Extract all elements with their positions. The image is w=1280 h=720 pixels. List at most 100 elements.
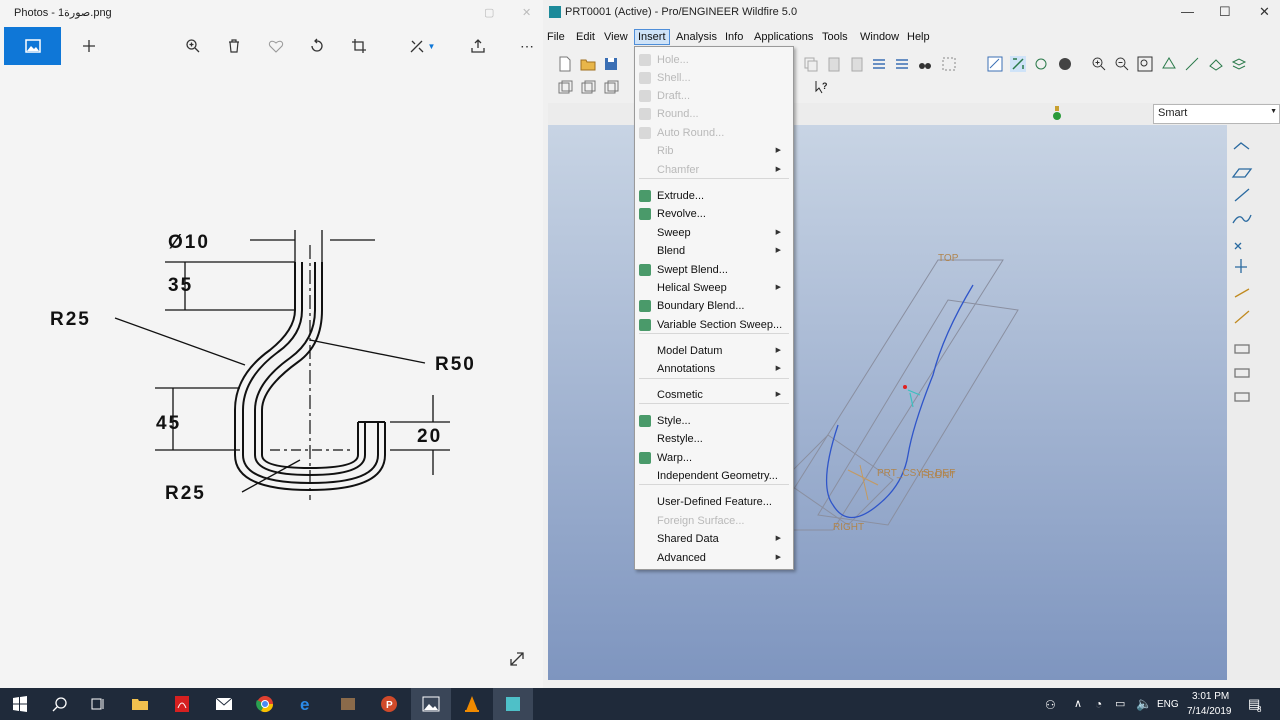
add-button[interactable]: [75, 32, 103, 60]
taskbar-acrobat[interactable]: [162, 688, 202, 720]
menu-item-user-defined-feature[interactable]: User-Defined Feature...: [657, 493, 787, 511]
refit-icon[interactable]: [1137, 56, 1153, 72]
minimize-icon[interactable]: —: [1181, 4, 1194, 19]
menu-window[interactable]: Window: [860, 31, 899, 43]
menu-help[interactable]: Help: [907, 31, 930, 43]
volume-icon[interactable]: 🔈: [1136, 696, 1152, 712]
copy-icon[interactable]: [803, 56, 819, 72]
help-pointer-icon[interactable]: ?: [814, 79, 830, 95]
menu-item-blend[interactable]: Blend ▶: [657, 242, 787, 260]
taskbar-app[interactable]: [328, 688, 368, 720]
image-button[interactable]: [4, 27, 61, 65]
taskbar-edge[interactable]: e: [287, 688, 327, 720]
menu-item-cosmetic[interactable]: Cosmetic ▶: [657, 386, 787, 404]
submenu-arrow-icon: ▶: [775, 247, 781, 254]
crop-button[interactable]: [345, 32, 373, 60]
taskbar-proe[interactable]: [493, 688, 533, 720]
people-icon[interactable]: ⚇: [1045, 698, 1056, 712]
filter-select[interactable]: Smart ▼: [1153, 104, 1280, 124]
task-view-button[interactable]: [78, 688, 118, 720]
menu-item-annotations[interactable]: Annotations ▶: [657, 360, 787, 378]
taskbar-chrome[interactable]: [245, 688, 285, 720]
menu-edit[interactable]: Edit: [576, 31, 595, 43]
search-button[interactable]: [40, 688, 80, 720]
zoom-button[interactable]: [179, 32, 207, 60]
repaint-icon[interactable]: [987, 56, 1003, 72]
menu-item-helical-sweep[interactable]: Helical Sweep ▶: [657, 279, 787, 297]
regen-manager-icon[interactable]: [894, 56, 910, 72]
submenu-arrow-icon: ▶: [775, 535, 781, 542]
menu-insert[interactable]: Insert: [634, 29, 670, 45]
menu-view[interactable]: View: [604, 31, 628, 43]
maximize-icon[interactable]: ☐: [1219, 4, 1231, 20]
chevron-up-icon[interactable]: ∧: [1074, 697, 1082, 710]
paste-special-icon[interactable]: [849, 56, 865, 72]
menu-info[interactable]: Info: [725, 31, 743, 43]
battery-icon[interactable]: ▭: [1115, 697, 1125, 710]
layer-icon[interactable]: [1231, 56, 1247, 72]
menu-item-revolve[interactable]: Revolve...: [657, 205, 787, 223]
datum-plane-icon[interactable]: [1161, 56, 1177, 72]
view-icon-b[interactable]: [580, 79, 596, 95]
menu-item-auto-round: Auto Round...: [657, 124, 787, 142]
menu-item-boundary-blend[interactable]: Boundary Blend...: [657, 297, 787, 315]
view-icon-c[interactable]: [603, 79, 619, 95]
menu-item-warp[interactable]: Warp...: [657, 449, 787, 467]
taskbar-explorer[interactable]: [120, 688, 160, 720]
new-file-icon[interactable]: [557, 56, 573, 72]
regenerate-icon[interactable]: [871, 56, 887, 72]
more-button[interactable]: ⋯: [513, 32, 541, 60]
rotate-button[interactable]: [303, 32, 331, 60]
shading-icon[interactable]: [1057, 56, 1073, 72]
fullscreen-button[interactable]: [508, 650, 528, 670]
menu-item-variable-section-sweep[interactable]: Variable Section Sweep...: [657, 316, 787, 334]
menu-item-advanced[interactable]: Advanced ▶: [657, 549, 787, 567]
close-icon[interactable]: ✕: [1259, 4, 1270, 20]
menu-item-shared-data[interactable]: Shared Data ▶: [657, 530, 787, 548]
paste-icon[interactable]: [826, 56, 842, 72]
delete-button[interactable]: [220, 32, 248, 60]
view-icon-a[interactable]: [557, 79, 573, 95]
open-folder-icon[interactable]: [580, 56, 596, 72]
taskbar-photos[interactable]: [411, 688, 451, 720]
datum-axis-icon[interactable]: [1184, 56, 1200, 72]
menu-item-restyle[interactable]: Restyle...: [657, 430, 787, 448]
menu-item-rib: Rib ▶: [657, 142, 787, 160]
menu-tools[interactable]: Tools: [822, 31, 848, 43]
zoom-out-icon[interactable]: [1114, 56, 1130, 72]
favorite-button[interactable]: [262, 32, 290, 60]
svg-text:e: e: [300, 695, 309, 713]
datum-csys-icon[interactable]: [1208, 56, 1224, 72]
menu-item-sweep[interactable]: Sweep ▶: [657, 224, 787, 242]
language-indicator[interactable]: ENG: [1157, 699, 1179, 710]
round-icon: [639, 108, 651, 120]
edit-button[interactable]: ▼: [402, 32, 442, 60]
start-button[interactable]: [0, 688, 40, 720]
menu-item-model-datum[interactable]: Model Datum ▶: [657, 342, 787, 360]
save-icon[interactable]: [603, 56, 619, 72]
menu-item-style[interactable]: Style...: [657, 412, 787, 430]
powerpoint-icon: P: [381, 696, 397, 712]
taskbar-vlc[interactable]: [452, 688, 492, 720]
spin-center-icon[interactable]: [1010, 56, 1026, 72]
network-icon[interactable]: ◔: [1095, 697, 1102, 711]
menu-item-independent-geometry[interactable]: Independent Geometry...: [657, 467, 787, 485]
menu-file[interactable]: File: [547, 31, 565, 43]
close-icon[interactable]: ✕: [522, 6, 531, 19]
zoom-in-icon[interactable]: [1091, 56, 1107, 72]
maximize-icon[interactable]: ▢: [484, 6, 494, 19]
menu-item-swept-blend[interactable]: Swept Blend...: [657, 261, 787, 279]
orient-icon[interactable]: [1033, 56, 1049, 72]
menu-separator: [639, 403, 789, 404]
taskbar-mail[interactable]: [204, 688, 244, 720]
share-button[interactable]: [464, 32, 492, 60]
menu-applications[interactable]: Applications: [754, 31, 813, 43]
menu-item-extrude[interactable]: Extrude...: [657, 187, 787, 205]
taskbar-powerpoint[interactable]: P: [369, 688, 409, 720]
clock-date[interactable]: 7/14/2019: [1187, 706, 1232, 717]
chrome-icon: [256, 696, 274, 713]
clock-time[interactable]: 3:01 PM: [1192, 691, 1229, 702]
select-box-icon[interactable]: [941, 56, 957, 72]
menu-analysis[interactable]: Analysis: [676, 31, 717, 43]
find-icon[interactable]: [917, 56, 933, 72]
